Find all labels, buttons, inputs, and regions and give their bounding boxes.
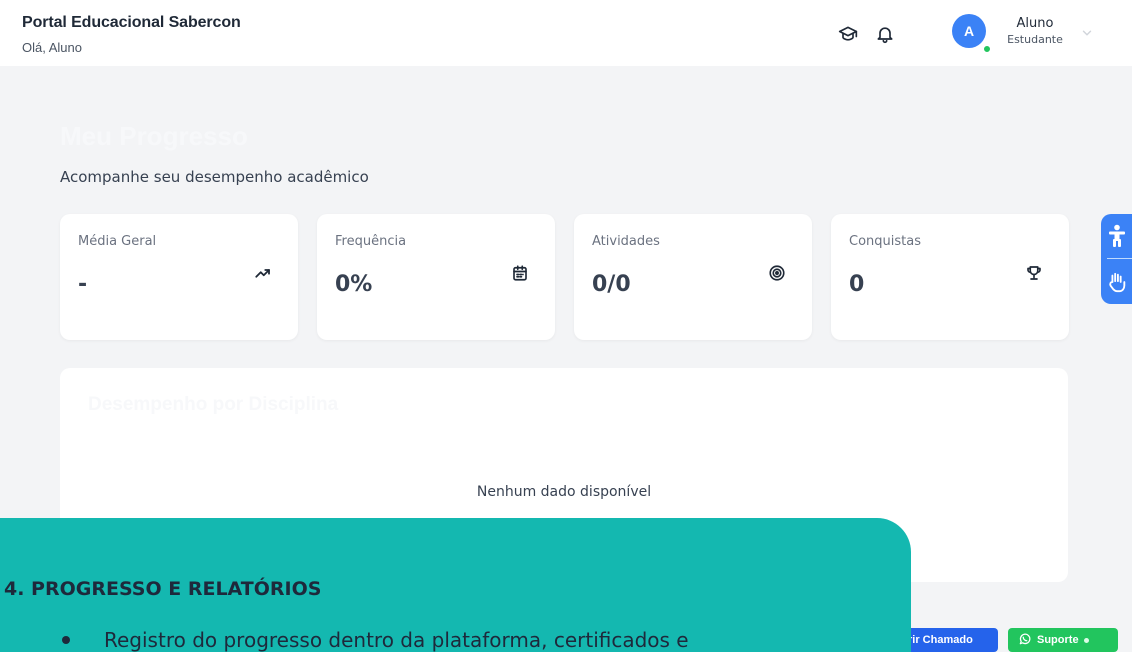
empty-state-text: Nenhum dado disponível [476, 484, 652, 500]
user-name[interactable]: Aluno [1000, 16, 1070, 31]
stat-value: 0/0 [592, 272, 631, 297]
sign-language-hand-icon[interactable] [1101, 262, 1132, 302]
portal-title: Portal Educacional Sabercon [22, 14, 241, 31]
calendar-icon [509, 262, 531, 284]
section-heading: 4. PROGRESSO E RELATÓRIOS [4, 578, 322, 600]
online-status-indicator [1083, 637, 1089, 643]
accessibility-person-icon[interactable] [1101, 216, 1132, 256]
stat-value: 0% [335, 272, 373, 297]
online-status-indicator [982, 44, 992, 54]
trophy-icon [1023, 262, 1045, 284]
stat-card-media-geral: Média Geral - [60, 214, 298, 340]
performance-title: Desempenho por Disciplina [88, 394, 339, 415]
avatar-initial: A [963, 23, 975, 39]
page-title: Meu Progresso [60, 121, 248, 151]
stat-label: Conquistas [849, 234, 921, 249]
stat-value: - [78, 272, 88, 297]
divider [1107, 258, 1132, 259]
avatar[interactable]: A [952, 14, 986, 48]
section-bullet-text: Registro do progresso dentro da platafor… [104, 628, 689, 652]
support-label: Suporte [1037, 634, 1079, 646]
graduation-cap-icon[interactable] [836, 22, 860, 46]
stat-card-conquistas: Conquistas 0 [831, 214, 1069, 340]
page-subtitle: Acompanhe seu desempenho acadêmico [60, 168, 369, 186]
open-ticket-label: rir Chamado [908, 634, 973, 646]
greeting-text: Olá, Aluno [22, 40, 82, 55]
trending-up-icon [252, 262, 274, 284]
whatsapp-icon [1018, 632, 1032, 649]
section-caption-panel: 4. PROGRESSO E RELATÓRIOS Registro do pr… [0, 518, 911, 652]
stat-value: 0 [849, 272, 865, 297]
stat-label: Atividades [592, 234, 660, 249]
support-button[interactable]: Suporte [1008, 628, 1118, 652]
stat-label: Média Geral [78, 234, 157, 249]
chevron-down-icon[interactable] [1080, 26, 1094, 45]
bell-icon[interactable] [873, 22, 897, 46]
top-bar: Portal Educacional Sabercon Olá, Aluno A… [0, 0, 1132, 66]
stat-card-atividades: Atividades 0/0 [574, 214, 812, 340]
bullet-marker [62, 636, 70, 644]
stat-label: Frequência [335, 234, 407, 249]
stat-card-frequencia: Frequência 0% [317, 214, 555, 340]
user-role: Estudante [1007, 33, 1063, 46]
target-icon [766, 262, 788, 284]
